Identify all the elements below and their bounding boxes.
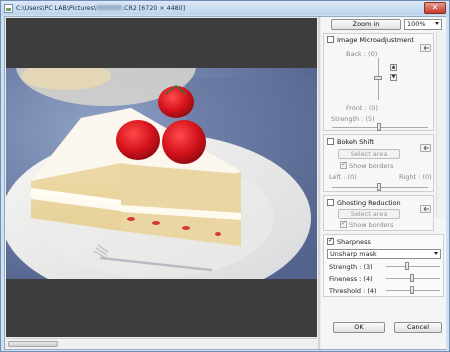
ghosting-reduction-label: Ghosting Reduction [337, 199, 401, 207]
viewer-scroll-thumb[interactable] [8, 341, 58, 347]
sharpness-checkbox[interactable] [327, 236, 334, 245]
reset-arrow-icon [423, 45, 429, 51]
microadjust-reset-button[interactable] [420, 44, 431, 52]
image-microadjustment-checkbox[interactable] [327, 36, 334, 43]
front-value-label: Front : (0) [346, 104, 378, 112]
sharpness-fineness-thumb[interactable] [410, 274, 414, 282]
image-microadjustment-group: Image Microadjustment Back : (0) ▲ ▼ Fro… [323, 33, 434, 131]
ghosting-reduction-group: Ghosting Reduction Select area Show bord… [323, 195, 434, 231]
ok-button[interactable]: OK [333, 322, 385, 333]
title-bar[interactable]: C:\Users\PC LAB\Pictures\ .CR2 [6720 × 44… [1, 1, 449, 15]
close-button[interactable]: ✕ [424, 2, 446, 14]
redacted-filename [96, 5, 123, 10]
zoom-level-select[interactable]: 100% [404, 19, 442, 30]
panel-divider [318, 17, 320, 349]
bokeh-select-area-button[interactable]: Select area [338, 149, 400, 159]
bokeh-left-label: Left : (0) [329, 173, 357, 181]
dpp-dialog-window: C:\Users\PC LAB\Pictures\ .CR2 [6720 × 44… [0, 0, 450, 352]
back-front-slider-thumb[interactable] [374, 76, 382, 80]
ghosting-show-borders-checkbox[interactable] [340, 219, 347, 228]
sharpness-strength-track[interactable] [386, 266, 440, 267]
reset-arrow-icon [423, 206, 429, 212]
chevron-down-icon [434, 252, 438, 255]
window-title: C:\Users\PC LAB\Pictures\ .CR2 [6720 × 44… [16, 5, 185, 12]
viewer-horizontal-scrollbar[interactable] [6, 338, 317, 349]
sharpness-threshold-thumb[interactable] [410, 286, 414, 294]
bokeh-slider-thumb[interactable] [377, 183, 381, 191]
bokeh-shift-label: Bokeh Shift [337, 138, 374, 146]
strength-value-label: Strength : (5) [331, 115, 375, 123]
bokeh-right-label: Right : (0) [399, 173, 432, 181]
sharpness-mode-select[interactable]: Unsharp mask [327, 249, 441, 259]
close-icon: ✕ [431, 3, 439, 12]
reset-arrow-icon [423, 145, 429, 151]
panel-vertical-scrollbar[interactable] [436, 31, 445, 218]
cancel-button[interactable]: Cancel [394, 322, 442, 333]
bokeh-show-borders-checkbox[interactable] [340, 160, 347, 169]
bokeh-shift-checkbox[interactable] [327, 138, 334, 145]
window-title-path: C:\Users\PC LAB\Pictures\ [16, 4, 97, 12]
microadjust-up-button[interactable]: ▲ [390, 64, 397, 71]
zoom-in-button[interactable]: Zoom in [331, 19, 401, 30]
cake-photo-image [6, 68, 317, 279]
microadjust-strength-thumb[interactable] [377, 123, 381, 131]
bokeh-shift-group: Bokeh Shift Select area Show borders Lef… [323, 134, 434, 192]
adjustment-panel: Zoom in 100% Image Microadjustment Back … [321, 17, 446, 349]
image-viewer[interactable] [6, 18, 317, 337]
chevron-down-icon [435, 22, 439, 25]
sharpness-label: Sharpness [337, 238, 371, 246]
ghosting-reduction-checkbox[interactable] [327, 199, 334, 206]
bokeh-show-borders-label: Show borders [349, 162, 394, 170]
sharpness-group: Sharpness Unsharp mask Strength : (3) Fi… [323, 234, 444, 297]
cake-photo [6, 68, 317, 279]
dialog-client-area: Zoom in 100% Image Microadjustment Back … [4, 16, 446, 350]
ghosting-select-area-button[interactable]: Select area [338, 209, 400, 219]
ghosting-show-borders-label: Show borders [349, 221, 394, 229]
sharpness-strength-thumb[interactable] [405, 262, 409, 270]
sharpness-threshold-label: Threshold : (4) [329, 287, 377, 295]
back-value-label: Back : (0) [346, 50, 378, 58]
sharpness-strength-label: Strength : (3) [329, 263, 373, 271]
image-microadjustment-label: Image Microadjustment [337, 36, 414, 44]
ghosting-reset-button[interactable] [420, 205, 431, 213]
window-title-suffix: .CR2 [6720 × 4480] [122, 4, 186, 12]
sharpness-fineness-label: Fineness : (4) [329, 275, 373, 283]
microadjust-down-button[interactable]: ▼ [390, 74, 397, 81]
bokeh-reset-button[interactable] [420, 144, 431, 152]
image-file-icon [4, 3, 13, 13]
